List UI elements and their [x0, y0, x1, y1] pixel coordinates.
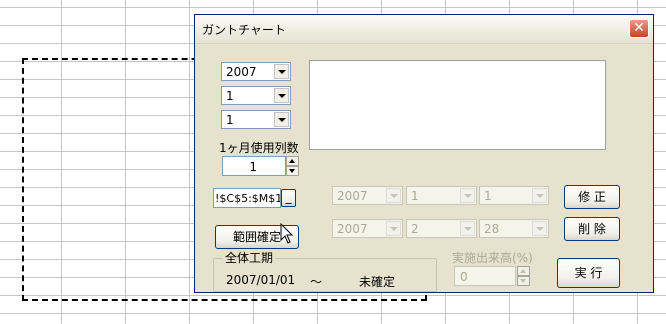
range-ref-value: !$C$5:$M$17 — [215, 192, 280, 205]
cols-label: 1ヶ月使用列数 — [219, 141, 299, 155]
year-select[interactable]: 2007 — [221, 62, 291, 81]
end-day-value: 28 — [484, 222, 500, 236]
range-select-label: _ — [285, 190, 292, 204]
month-select-value: 1 — [226, 89, 234, 103]
dialog-body: 2007 1 1 1ヶ月使用列数 1 !$C$5:$M$17 _ 範囲確定 — [195, 44, 653, 292]
progress-label: 実施出来高(%) — [452, 251, 533, 265]
chevron-down-icon[interactable] — [274, 112, 289, 127]
progress-value: 0 — [460, 270, 468, 284]
range-select-button[interactable]: _ — [281, 189, 296, 207]
cols-spin-down-icon[interactable] — [286, 166, 299, 176]
end-month-select[interactable]: 2 — [406, 219, 477, 238]
start-day-value: 1 — [484, 189, 492, 203]
period-tilde: ～ — [310, 275, 323, 289]
start-month-select[interactable]: 1 — [406, 186, 477, 205]
delete-label: 削 除 — [578, 222, 606, 236]
modify-label: 修 正 — [578, 190, 606, 204]
progress-spin-down-icon[interactable] — [517, 276, 530, 286]
chevron-down-icon[interactable] — [460, 221, 475, 236]
close-button[interactable]: ✕ — [629, 19, 649, 38]
start-year-value: 2007 — [337, 189, 368, 203]
chevron-down-icon[interactable] — [386, 221, 401, 236]
day-select-value: 1 — [226, 113, 234, 127]
progress-spin-up-icon[interactable] — [517, 266, 530, 276]
chevron-down-icon[interactable] — [386, 188, 401, 203]
chevron-down-icon[interactable] — [460, 188, 475, 203]
chevron-down-icon[interactable] — [274, 88, 289, 103]
period-legend: 全体工期 — [223, 249, 276, 266]
cols-input-value: 1 — [249, 160, 257, 174]
cols-input[interactable]: 1 — [222, 156, 286, 176]
modify-button[interactable]: 修 正 — [564, 185, 620, 209]
year-select-value: 2007 — [226, 65, 257, 79]
month-select[interactable]: 1 — [221, 86, 291, 105]
gantt-dialog: ガントチャート ✕ 2007 1 1 1ヶ月使用列数 1 !$C$5:$M$17… — [194, 14, 654, 293]
start-month-value: 1 — [411, 189, 419, 203]
title-bar[interactable]: ガントチャート ✕ — [195, 15, 653, 44]
close-icon: ✕ — [633, 20, 645, 36]
start-day-select[interactable]: 1 — [479, 186, 549, 205]
day-select[interactable]: 1 — [221, 110, 291, 129]
range-ref-input[interactable]: !$C$5:$M$17 — [213, 188, 281, 208]
period-end: 未確定 — [359, 275, 396, 289]
end-year-select[interactable]: 2007 — [332, 219, 403, 238]
execute-label: 実 行 — [574, 266, 603, 280]
task-listbox[interactable] — [309, 60, 606, 150]
period-start: 2007/01/01 — [226, 273, 296, 287]
end-year-value: 2007 — [337, 222, 368, 236]
chevron-down-icon[interactable] — [274, 64, 289, 79]
cols-spin-up-icon[interactable] — [286, 156, 299, 166]
end-month-value: 2 — [411, 222, 419, 236]
progress-input[interactable]: 0 — [454, 266, 516, 286]
chevron-down-icon[interactable] — [532, 221, 547, 236]
mouse-pointer-icon — [280, 223, 294, 244]
execute-button[interactable]: 実 行 — [557, 258, 620, 288]
start-year-select[interactable]: 2007 — [332, 186, 403, 205]
delete-button[interactable]: 削 除 — [564, 217, 620, 241]
chevron-down-icon[interactable] — [532, 188, 547, 203]
end-day-select[interactable]: 28 — [479, 219, 549, 238]
confirm-range-label: 範囲確定 — [232, 230, 281, 244]
dialog-title: ガントチャート — [202, 23, 286, 37]
